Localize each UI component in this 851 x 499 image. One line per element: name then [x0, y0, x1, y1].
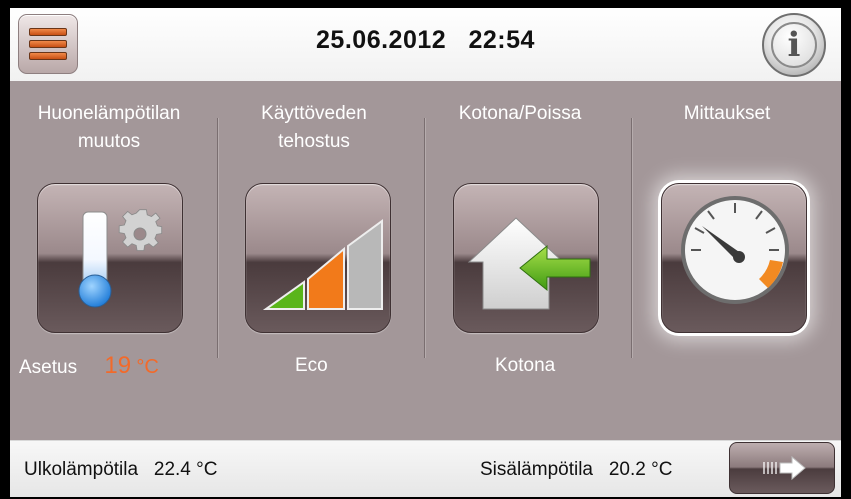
next-page-button[interactable] [729, 442, 835, 494]
thermometer-gear-icon [78, 209, 163, 308]
tile-label-hot-water: Käyttöveden tehostus [214, 100, 414, 156]
date-time: 25.06.2012 22:54 [10, 26, 841, 55]
time: 22:54 [468, 26, 535, 54]
arrow-right-icon [763, 455, 806, 481]
indoor-temp-unit: °C [651, 459, 673, 480]
info-icon: i [771, 22, 817, 68]
indoor-temperature: Sisälämpötila 20.2 °C [480, 459, 672, 481]
screen: 25.06.2012 22:54 i Huonelämpötilan muuto… [10, 8, 841, 497]
home-away-tile-button[interactable] [453, 183, 599, 333]
outdoor-temperature: Ulkolämpötila 22.4 °C [24, 459, 217, 481]
divider [631, 118, 632, 358]
room-temp-tile-button[interactable] [37, 183, 183, 333]
gauge-icon [681, 196, 789, 304]
measurements-tile-button[interactable] [661, 183, 807, 333]
hot-water-boost-tile-button[interactable] [245, 183, 391, 333]
indoor-temp-value: 20.2 [608, 459, 646, 480]
outdoor-temp-value: 22.4 [153, 459, 191, 480]
setpoint-status: Asetus 19 °C [19, 352, 159, 382]
hot-water-label: Käyttöveden tehostus [261, 103, 367, 152]
home-away-status: Kotona [495, 355, 556, 376]
setpoint-unit: °C [136, 356, 159, 378]
header-bar: 25.06.2012 22:54 i [10, 8, 841, 81]
tile-label-home-away: Kotona/Poissa [420, 100, 620, 128]
footer-bar: Ulkolämpötila 22.4 °C Sisälämpötila 20.2… [10, 440, 841, 497]
tile-label-measurements: Mittaukset [627, 100, 827, 128]
room-temp-label: Huonelämpötilan muutos [37, 103, 181, 152]
outdoor-temp-unit: °C [196, 459, 218, 480]
home-away-icon [467, 217, 591, 310]
home-away-label: Kotona/Poissa [458, 103, 582, 124]
indoor-temp-label: Sisälämpötila [480, 459, 593, 480]
measurements-label: Mittaukset [683, 103, 771, 124]
date: 25.06.2012 [316, 26, 447, 54]
boost-level-icon [262, 219, 383, 310]
outdoor-temp-label: Ulkolämpötila [24, 459, 139, 480]
divider [424, 118, 425, 358]
hot-water-status: Eco [295, 355, 328, 376]
tile-label-room-temp: Huonelämpötilan muutos [10, 100, 209, 156]
info-button[interactable]: i [762, 13, 826, 77]
setpoint-value: 19 [104, 352, 132, 379]
setpoint-label: Asetus [19, 357, 78, 378]
divider [217, 118, 218, 358]
